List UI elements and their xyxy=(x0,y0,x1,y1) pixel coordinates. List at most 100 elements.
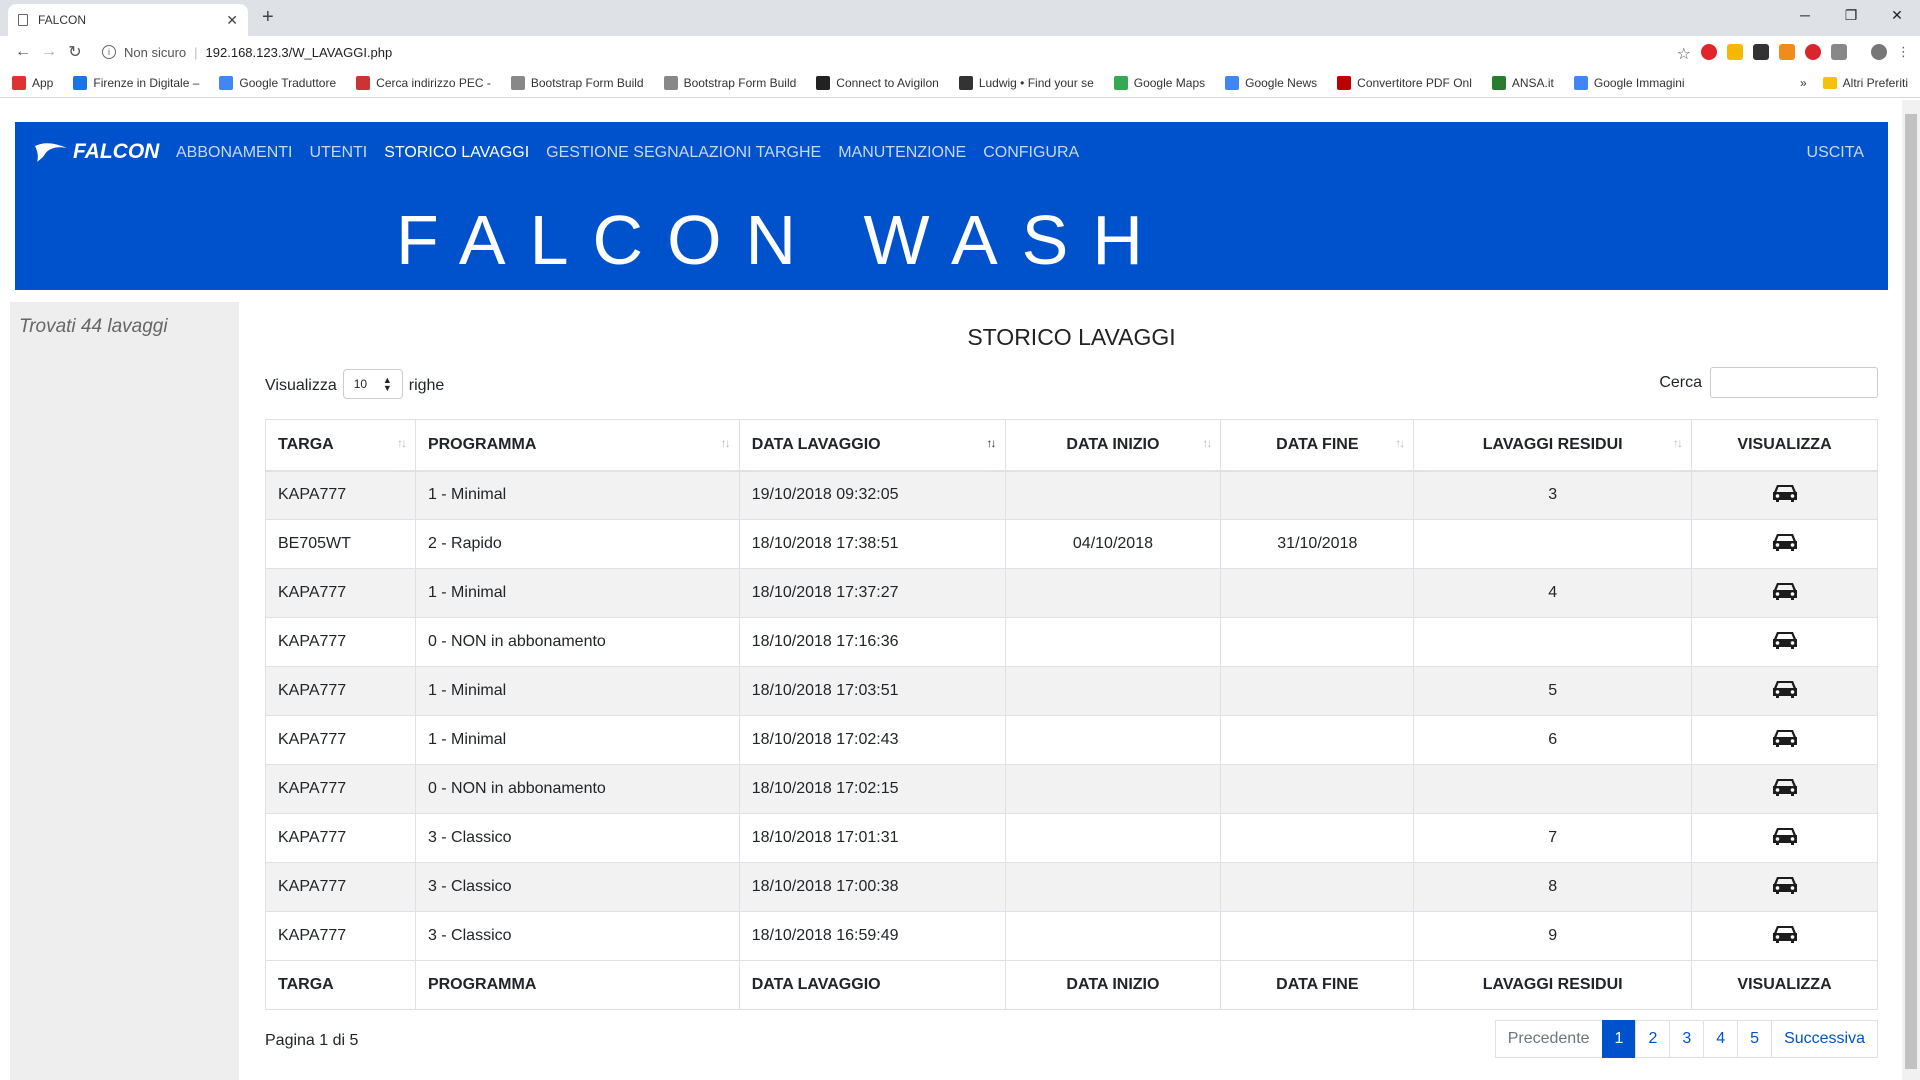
bookmark-item[interactable]: Google Traduttore xyxy=(219,75,336,90)
table-cell xyxy=(1004,715,1222,765)
bookmark-item[interactable]: Firenze in Digitale – xyxy=(73,75,199,90)
close-tab-icon[interactable]: ✕ xyxy=(226,12,238,29)
extension-icon[interactable] xyxy=(1779,44,1795,60)
nav-item-gestione-segnalazioni-targhe[interactable]: GESTIONE SEGNALAZIONI TARGHE xyxy=(546,144,821,162)
previous-button[interactable]: Precedente xyxy=(1494,1020,1603,1058)
back-icon[interactable]: ← xyxy=(10,43,36,61)
extension-icon[interactable] xyxy=(1727,44,1743,60)
url-input[interactable]: 192.168.123.3/W_LAVAGGI.php xyxy=(206,45,1677,60)
qr-extension-icon[interactable] xyxy=(1753,44,1769,60)
reload-icon[interactable]: ↻ xyxy=(62,42,88,62)
column-header[interactable]: PROGRAMMA ↑↓ xyxy=(414,419,740,472)
extension-icon[interactable] xyxy=(1831,44,1847,60)
menu-icon[interactable]: ⋮ xyxy=(1897,44,1910,60)
table-row: KAPA777 1 - Minimal 18/10/2018 17:37:27 4 xyxy=(265,568,1878,618)
nav-item-abbonamenti[interactable]: ABBONAMENTI xyxy=(176,144,292,162)
nav-item-configura[interactable]: CONFIGURA xyxy=(983,144,1079,162)
bookmark-item[interactable]: ANSA.it xyxy=(1491,75,1554,90)
bookmarks-more-icon[interactable]: » xyxy=(1800,76,1807,90)
table-cell xyxy=(1004,862,1222,912)
logout-link[interactable]: USCITA xyxy=(1807,144,1864,162)
page-button[interactable]: 4 xyxy=(1703,1020,1739,1058)
column-header[interactable]: DATA LAVAGGIO ↑↓ xyxy=(738,419,1006,472)
car-icon[interactable] xyxy=(1772,728,1798,753)
scrollbar[interactable] xyxy=(1902,100,1920,1080)
car-icon[interactable] xyxy=(1772,483,1798,508)
car-icon[interactable] xyxy=(1772,581,1798,606)
site-header: FALCON ABBONAMENTI UTENTI STORICO LAVAGGI G… xyxy=(15,122,1888,290)
bookmark-item[interactable]: App xyxy=(12,75,53,90)
sort-icon[interactable]: ↑↓ xyxy=(1673,436,1683,450)
star-icon[interactable]: ☆ xyxy=(1677,44,1691,63)
car-icon[interactable] xyxy=(1772,924,1798,949)
car-icon[interactable] xyxy=(1772,777,1798,802)
adblock-icon[interactable] xyxy=(1805,44,1821,60)
column-header[interactable]: TARGA ↑↓ xyxy=(265,419,416,472)
nav-item-manutenzione[interactable]: MANUTENZIONE xyxy=(838,144,966,162)
restore-icon[interactable]: ❐ xyxy=(1828,0,1874,30)
table-cell xyxy=(1413,519,1693,569)
page-button[interactable]: 1 xyxy=(1601,1020,1637,1058)
table-cell: 3 - Classico xyxy=(414,911,740,961)
browser-tab[interactable]: FALCON ✕ xyxy=(8,4,248,36)
close-window-icon[interactable]: ✕ xyxy=(1874,0,1920,30)
show-label: Visualizza xyxy=(265,377,337,394)
table-cell: 4 xyxy=(1413,568,1693,618)
bookmark-item[interactable]: Ludwig • Find your se xyxy=(958,75,1094,90)
bookmark-item[interactable]: Google Immagini xyxy=(1573,75,1685,90)
page-button[interactable]: 2 xyxy=(1635,1020,1671,1058)
bookmark-item[interactable]: Bootstrap Form Build xyxy=(510,75,644,90)
minimize-icon[interactable]: ─ xyxy=(1782,0,1828,30)
profile-avatar[interactable] xyxy=(1871,44,1887,60)
car-icon[interactable] xyxy=(1772,875,1798,900)
bookmark-item[interactable]: Google Maps xyxy=(1113,75,1205,90)
opera-extension-icon[interactable] xyxy=(1701,44,1717,60)
search-input[interactable] xyxy=(1710,367,1878,398)
column-header[interactable]: DATA FINE ↑↓ xyxy=(1220,419,1415,472)
sort-icon[interactable]: ↑↓ xyxy=(1395,436,1405,450)
bookmark-item[interactable]: Bootstrap Form Build xyxy=(663,75,796,90)
sort-icon[interactable]: ↑↓ xyxy=(1202,436,1212,450)
url-separator: | xyxy=(194,44,198,60)
column-header-label: PROGRAMMA xyxy=(427,435,537,453)
table-cell xyxy=(1004,911,1222,961)
next-button[interactable]: Successiva xyxy=(1771,1020,1878,1058)
nav-item-utenti[interactable]: UTENTI xyxy=(309,144,367,162)
new-tab-button[interactable]: + xyxy=(262,6,274,29)
page-length-select[interactable]: 10 ▲ ▼ xyxy=(342,369,403,399)
view-cell xyxy=(1691,666,1878,716)
column-header[interactable]: LAVAGGI RESIDUI ↑↓ xyxy=(1413,419,1693,472)
table-cell: 31/10/2018 xyxy=(1220,519,1415,569)
car-icon[interactable] xyxy=(1772,679,1798,704)
column-header[interactable]: VISUALIZZA xyxy=(1691,419,1878,472)
car-icon[interactable] xyxy=(1772,532,1798,557)
nav-item-storico-lavaggi[interactable]: STORICO LAVAGGI xyxy=(384,144,529,162)
logo[interactable]: FALCON xyxy=(33,140,159,164)
sort-icon[interactable]: ↑↓ xyxy=(721,436,731,450)
page-button[interactable]: 3 xyxy=(1669,1020,1705,1058)
table-cell xyxy=(1220,764,1415,814)
view-cell xyxy=(1691,911,1878,961)
table-row: KAPA777 3 - Classico 18/10/2018 17:00:38 8 xyxy=(265,862,1878,912)
column-header-label: TARGA xyxy=(278,435,334,453)
car-icon[interactable] xyxy=(1772,826,1798,851)
bookmark-item[interactable]: Connect to Avigilon xyxy=(816,75,939,90)
car-icon[interactable] xyxy=(1772,630,1798,655)
page: FALCON ABBONAMENTI UTENTI STORICO LAVAGGI G… xyxy=(0,100,1900,1080)
page-button[interactable]: 5 xyxy=(1737,1020,1773,1058)
bookmark-item[interactable]: Convertitore PDF Onl xyxy=(1337,75,1472,90)
bookmark-item[interactable]: Cerca indirizzo PEC - xyxy=(356,75,491,90)
sort-icon[interactable]: ↑↓ xyxy=(397,436,407,450)
bookmark-item[interactable]: Google News xyxy=(1225,75,1317,90)
column-header[interactable]: DATA INIZIO ↑↓ xyxy=(1004,419,1222,472)
scrollbar-thumb[interactable] xyxy=(1905,114,1917,1069)
other-bookmarks[interactable]: Altri Preferiti xyxy=(1843,76,1908,90)
document-icon xyxy=(18,14,28,26)
bookmark-icon xyxy=(1337,75,1352,90)
sort-icon[interactable]: ↑↓ xyxy=(987,436,997,450)
forward-icon[interactable]: → xyxy=(36,43,62,61)
search-label: Cerca xyxy=(1659,373,1702,391)
table-cell xyxy=(1004,764,1222,814)
info-icon[interactable]: i xyxy=(102,45,116,59)
view-cell xyxy=(1691,519,1878,569)
